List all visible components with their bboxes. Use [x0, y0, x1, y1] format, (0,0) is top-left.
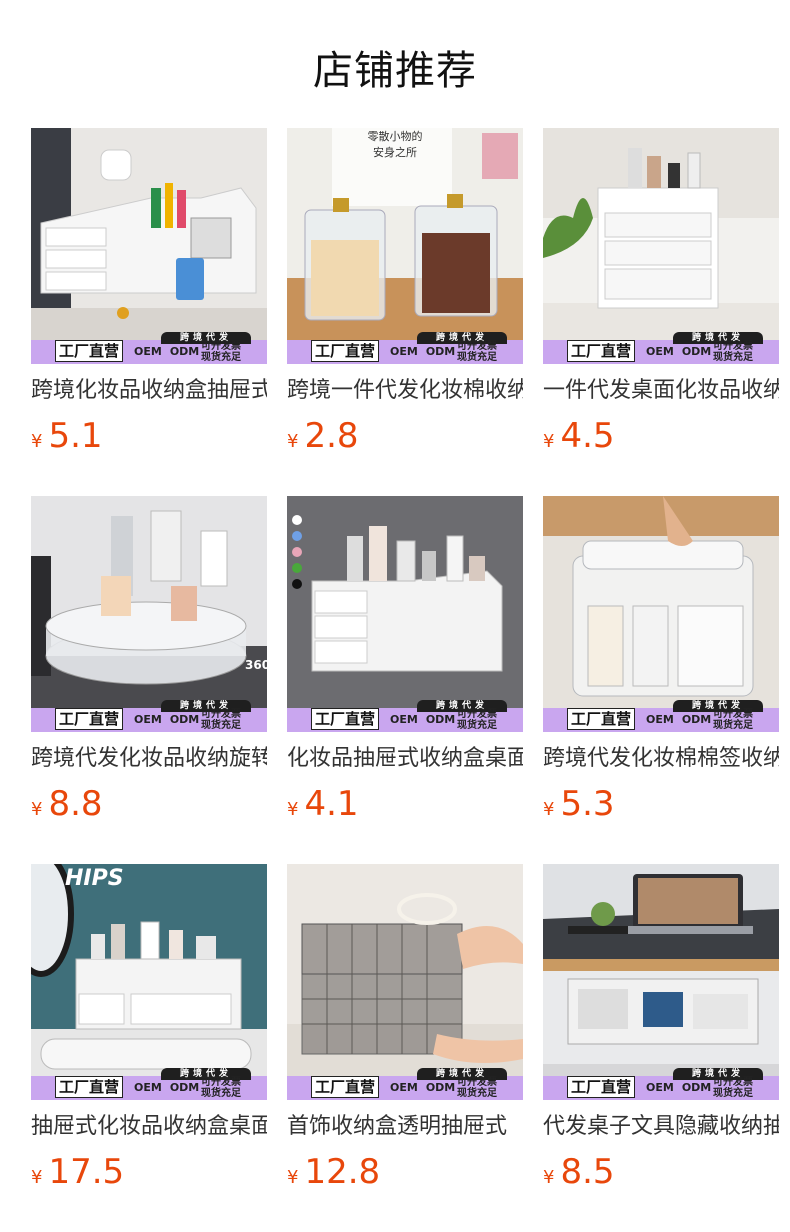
product-price: ¥8.8	[31, 784, 103, 824]
page-title: 店铺推荐	[313, 48, 477, 94]
product-name[interactable]: 跨境化妆品收纳盒抽屉式桌面收纳	[31, 376, 267, 406]
product-price: ¥5.3	[543, 784, 615, 824]
product-card[interactable]: 跨境代发 工厂直营 OEMODM 可开发票现货充足 一件代发桌面化妆品收纳架 ¥…	[543, 128, 779, 468]
product-name[interactable]: 化妆品抽屉式收纳盒桌面	[287, 744, 523, 774]
product-card[interactable]: 360° 跨境代发 工厂直营 OEMODM 可开发票现货充足 跨境代发化妆品收纳…	[31, 496, 267, 836]
product-card[interactable]: 跨境代发 工厂直营 OEMODM 可开发票现货充足 跨境代发化妆棉棉签收纳盒 ¥…	[543, 496, 779, 836]
product-card[interactable]: 跨境代发 工厂直营 OEM ODM 可开发票 现货充足 化妆品抽屉式收纳盒桌面 ¥4…	[287, 496, 523, 836]
promo-banner: 跨境代发 工厂直营 OEM ODM 可开发票 现货充足	[31, 694, 267, 732]
product-image[interactable]: 跨境代发 工厂直营 OEM ODM 可开发票 现货充足	[543, 128, 779, 364]
product-card[interactable]: 零散小物的 安身之所 跨境代发 工厂直营 OEM ODM 可开发票 现货充足 跨境一…	[287, 128, 523, 468]
product-price: ¥2.8	[287, 416, 359, 456]
svg-text:360°: 360°	[245, 658, 267, 672]
product-card[interactable]: 跨境代发 工厂直营 OEMODM 可开发票现货充足 代发桌子文具隐藏收纳抽屉 ¥…	[543, 864, 779, 1204]
product-image[interactable]: 跨境代发 工厂直营 OEM ODM 可开发票 现货充足	[543, 496, 779, 732]
product-card[interactable]: 跨境代发 工厂直营 OEMODM 可开发票现货充足 跨境化妆品收纳盒抽屉式桌面收…	[31, 128, 267, 468]
product-name[interactable]: 一件代发桌面化妆品收纳架	[543, 376, 779, 406]
product-image[interactable]: 360° 跨境代发 工厂直营 OEMODM 可开发票现货充足	[31, 496, 267, 732]
product-price: ¥17.5	[31, 1152, 125, 1192]
product-image[interactable]: HIPS 跨境代发 工厂直营 OEM ODM 可开发票 现货充足	[31, 864, 267, 1100]
product-name[interactable]: 首饰收纳盒透明抽屉式	[287, 1112, 523, 1142]
svg-text:安身之所: 安身之所	[373, 145, 417, 159]
product-image[interactable]: 跨境代发 工厂直营 OEM ODM 可开发票 现货充足	[31, 128, 267, 364]
svg-text:零散小物的: 零散小物的	[368, 129, 423, 143]
product-name[interactable]: 抽屉式化妆品收纳盒桌面	[31, 1112, 267, 1142]
promo-banner: 跨境代发 工厂直营 OEM ODM 可开发票 现货充足	[287, 326, 523, 364]
promo-banner: 跨境代发 工厂直营 OEM ODM 可开发票 现货充足	[543, 326, 779, 364]
promo-banner: 跨境代发 工厂直营 OEM ODM 可开发票 现货充足	[31, 326, 267, 364]
promo-banner: 跨境代发 工厂直营 OEM ODM 可开发票 现货充足	[31, 1062, 267, 1100]
product-card[interactable]: HIPS 跨境代发 工厂直营 OEM ODM 可开发票 现货充足 抽屉式化妆品收纳盒…	[31, 864, 267, 1204]
product-image[interactable]: 零散小物的 安身之所 跨境代发 工厂直营 OEM ODM 可开发票 现货充足	[287, 128, 523, 364]
promo-banner: 跨境代发 工厂直营 OEM ODM 可开发票 现货充足	[543, 1062, 779, 1100]
product-name[interactable]: 代发桌子文具隐藏收纳抽屉	[543, 1112, 779, 1142]
product-image[interactable]: 跨境代发 工厂直营 OEM ODM 可开发票 现货充足	[287, 496, 523, 732]
product-image[interactable]: 跨境代发 工厂直营 OEM ODM 可开发票 现货充足	[287, 864, 523, 1100]
product-price: ¥4.1	[287, 784, 359, 824]
product-card[interactable]: 跨境代发 工厂直营 OEM ODM 可开发票 现货充足 首饰收纳盒透明抽屉式 ¥12…	[287, 864, 523, 1204]
product-name[interactable]: 跨境一件代发化妆棉收纳盒	[287, 376, 523, 406]
product-name[interactable]: 跨境代发化妆棉棉签收纳盒	[543, 744, 779, 774]
product-price: ¥4.5	[543, 416, 615, 456]
svg-text:HIPS: HIPS	[65, 866, 124, 891]
promo-banner: 跨境代发 工厂直营 OEM ODM 可开发票 现货充足	[287, 1062, 523, 1100]
promo-banner: 跨境代发 工厂直营 OEM ODM 可开发票 现货充足	[543, 694, 779, 732]
product-price: ¥5.1	[31, 416, 103, 456]
promo-banner: 跨境代发 工厂直营 OEM ODM 可开发票 现货充足	[287, 694, 523, 732]
product-name[interactable]: 跨境代发化妆品收纳旋转托盘	[31, 744, 267, 774]
product-image[interactable]: 跨境代发 工厂直营 OEM ODM 可开发票 现货充足	[543, 864, 779, 1100]
product-price: ¥8.5	[543, 1152, 615, 1192]
product-price: ¥12.8	[287, 1152, 381, 1192]
